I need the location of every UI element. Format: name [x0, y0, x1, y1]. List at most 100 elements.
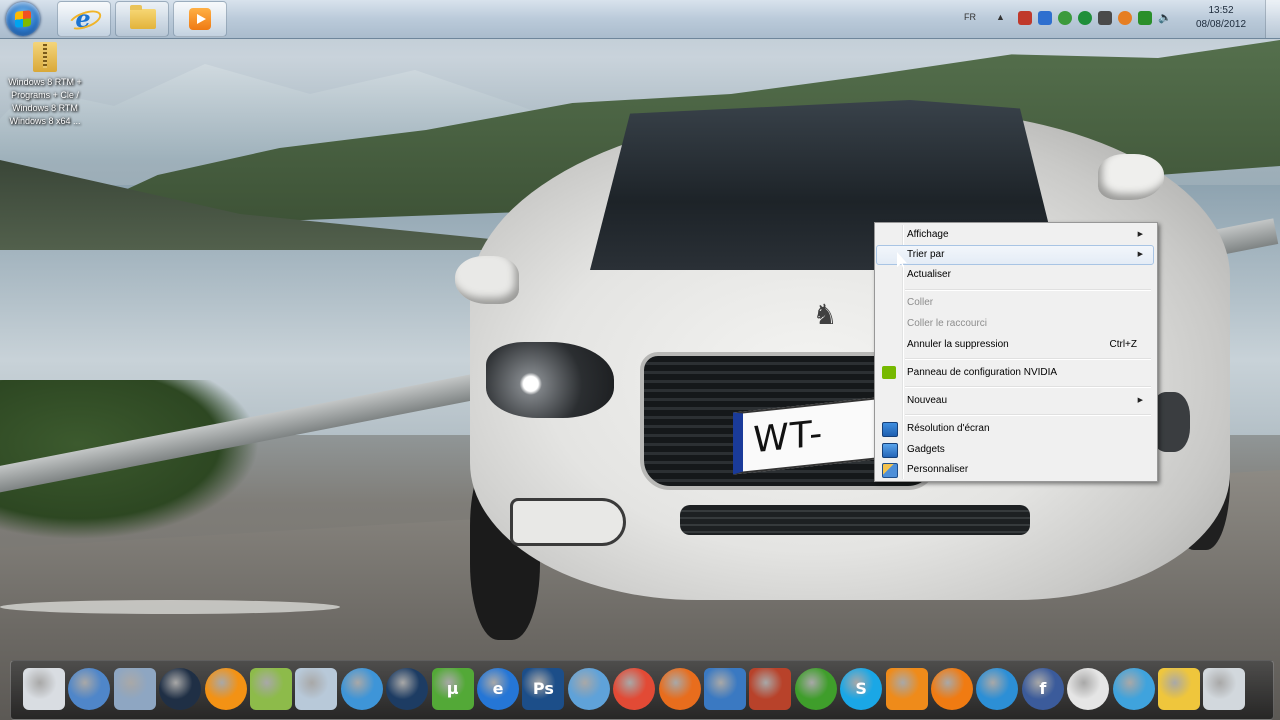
dock-firefox[interactable] — [658, 668, 701, 710]
language-indicator[interactable]: FR — [964, 12, 976, 22]
menu-item-label: Coller le raccourci — [907, 318, 988, 329]
dock-drive[interactable] — [113, 668, 156, 710]
menu-item-nvidia[interactable]: Panneau de configuration NVIDIA — [877, 363, 1153, 383]
show-desktop-button[interactable] — [1265, 0, 1280, 38]
media-player-icon — [886, 668, 928, 710]
network-icon[interactable] — [1138, 11, 1152, 25]
desktop-file-icon[interactable]: Windows 8 RTM + Programs + Cle / Windows… — [2, 42, 88, 164]
dock-youtube[interactable] — [1067, 668, 1110, 710]
dock-photoshop[interactable]: Ps — [522, 668, 565, 710]
car-fog-light — [510, 498, 626, 546]
dock-notes[interactable] — [250, 668, 292, 710]
menu-item-label: Personnaliser — [907, 464, 969, 475]
dock-calculator[interactable] — [295, 668, 338, 710]
volume-icon[interactable]: 🔈 — [1158, 11, 1172, 25]
show-hidden-icons-button[interactable]: ▲ — [996, 12, 1005, 22]
zip-archive-icon — [33, 42, 57, 72]
nvidia-icon — [882, 366, 896, 379]
dock-filezilla[interactable] — [749, 668, 792, 710]
personalize-icon — [882, 463, 898, 478]
windows-logo-icon — [15, 10, 31, 28]
dock-sketch[interactable] — [704, 668, 746, 710]
dock-vlc[interactable] — [931, 668, 973, 710]
system-tray: FR ▲ 🔈 13:52 08/08/2012 — [950, 0, 1280, 38]
dock-tools[interactable] — [1158, 668, 1200, 710]
submenu-arrow-icon: ▶ — [1137, 231, 1143, 238]
menu-item-personnaliser[interactable]: Personnaliser — [877, 460, 1153, 480]
menu-item-label: Annuler la suppression — [907, 339, 1009, 350]
dock-messenger[interactable] — [340, 668, 383, 710]
dock-internet-explorer[interactable]: e — [477, 668, 519, 710]
tray-app-icon[interactable] — [1038, 11, 1052, 25]
taskbar-windows-explorer[interactable] — [115, 1, 169, 37]
dock-twitter[interactable] — [1112, 668, 1155, 710]
clock[interactable]: 13:52 08/08/2012 — [1186, 4, 1256, 32]
avast-icon — [205, 668, 247, 710]
screen-resolution-icon — [882, 422, 898, 437]
taskbar-internet-explorer[interactable]: e — [57, 1, 111, 37]
dock-facebook[interactable]: f — [1021, 668, 1064, 710]
internet-explorer-icon: e — [70, 7, 96, 31]
dock-network-globe[interactable] — [68, 668, 111, 710]
dock-recycle-bin[interactable] — [1203, 668, 1246, 710]
dock-webcam[interactable] — [386, 668, 429, 710]
twitter-icon — [1113, 668, 1155, 710]
dock-clock[interactable] — [159, 668, 202, 710]
tray-app-icon[interactable] — [1078, 11, 1092, 25]
menu-item-label: Trier par — [907, 249, 945, 260]
calculator-icon — [295, 668, 337, 710]
snowflake-icon — [568, 668, 610, 710]
chrome-icon — [613, 668, 655, 710]
dock-windows-live[interactable] — [794, 668, 837, 710]
tray-app-icon[interactable] — [1118, 11, 1132, 25]
firefox-icon — [659, 668, 701, 710]
dock-chrome[interactable] — [613, 668, 656, 710]
facebook-icon: f — [1039, 679, 1047, 698]
dock-utorrent[interactable]: µ — [431, 668, 474, 710]
dock-bbm[interactable] — [976, 668, 1019, 710]
taskbar-media-player[interactable] — [173, 1, 227, 37]
menu-separator — [905, 414, 1151, 416]
media-player-icon — [189, 8, 211, 30]
tray-app-icon[interactable] — [1058, 11, 1072, 25]
taskbar: e FR ▲ 🔈 13:52 08/08/2012 — [0, 0, 1280, 39]
folder-icon — [130, 5, 156, 29]
dock-computer[interactable] — [23, 668, 65, 710]
car-mirror — [455, 256, 519, 304]
tray-app-icon[interactable] — [1098, 11, 1112, 25]
dock-snowflake[interactable] — [567, 668, 610, 710]
menu-item-gadgets[interactable]: Gadgets — [877, 440, 1153, 460]
drive-icon — [114, 668, 156, 710]
webcam-icon — [386, 668, 428, 710]
desktop-context-menu: Affichage ▶ Trier par ▶ Actualiser Colle… — [874, 222, 1158, 482]
menu-item-label: Affichage — [907, 229, 949, 240]
menu-item-trier-par[interactable]: Trier par ▶ — [876, 245, 1154, 265]
menu-item-nouveau[interactable]: Nouveau ▶ — [877, 391, 1153, 411]
menu-item-coller: Coller — [877, 293, 1153, 313]
menu-item-affichage[interactable]: Affichage ▶ — [877, 225, 1153, 245]
skype-icon: S — [855, 679, 867, 698]
recycle-bin-icon — [1203, 668, 1245, 710]
sketch-icon — [704, 668, 746, 710]
car-lion-logo-icon: ♞ — [812, 299, 838, 330]
tools-icon — [1158, 668, 1200, 710]
menu-item-label: Panneau de configuration NVIDIA — [907, 367, 1058, 378]
menu-item-label: Gadgets — [907, 444, 945, 455]
tray-app-icon[interactable] — [1018, 11, 1032, 25]
notes-icon — [250, 668, 292, 710]
messenger-icon — [341, 668, 383, 710]
clock-date: 08/08/2012 — [1195, 19, 1247, 30]
submenu-arrow-icon: ▶ — [1137, 397, 1143, 404]
clock-icon — [159, 668, 201, 710]
menu-item-label: Résolution d'écran — [907, 423, 990, 434]
menu-item-label: Coller — [907, 297, 934, 308]
dock-media-player[interactable] — [885, 668, 928, 710]
start-button[interactable] — [6, 2, 40, 36]
photoshop-icon: Ps — [532, 679, 554, 698]
menu-item-resolution[interactable]: Résolution d'écran — [877, 419, 1153, 439]
dock-skype[interactable]: S — [840, 668, 883, 710]
car-mirror — [1098, 154, 1164, 200]
menu-item-actualiser[interactable]: Actualiser — [877, 265, 1153, 285]
dock-avast[interactable] — [204, 668, 247, 710]
menu-item-annuler-suppression[interactable]: Annuler la suppression Ctrl+Z — [877, 335, 1153, 355]
